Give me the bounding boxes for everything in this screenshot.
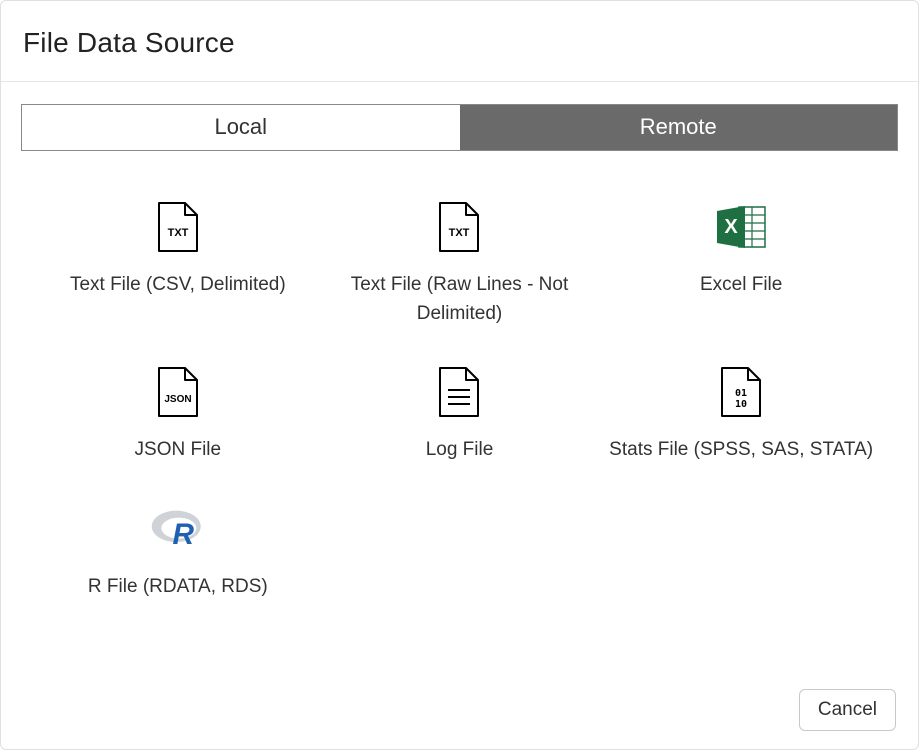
tab-remote[interactable]: Remote <box>460 105 898 150</box>
dialog-header: File Data Source <box>1 1 918 82</box>
excel-icon: X <box>713 199 769 255</box>
location-tabs: Local Remote <box>21 104 898 151</box>
file-type-grid: TXT Text File (CSV, Delimited) TXT Text … <box>1 151 918 601</box>
tab-local[interactable]: Local <box>22 105 460 150</box>
option-json-label: JSON File <box>135 436 222 465</box>
option-text-csv[interactable]: TXT Text File (CSV, Delimited) <box>37 199 319 328</box>
option-r-label: R File (RDATA, RDS) <box>88 573 268 602</box>
cancel-button-label: Cancel <box>818 699 877 720</box>
option-excel-label: Excel File <box>700 271 782 300</box>
svg-text:TXT: TXT <box>167 227 188 239</box>
tab-remote-label: Remote <box>640 114 717 139</box>
svg-text:01: 01 <box>735 388 747 399</box>
option-r[interactable]: R R File (RDATA, RDS) <box>37 501 319 602</box>
option-stats-label: Stats File (SPSS, SAS, STATA) <box>609 436 873 465</box>
svg-text:R: R <box>172 518 194 551</box>
file-data-source-dialog: File Data Source Local Remote TXT Text F… <box>0 0 919 750</box>
dialog-title: File Data Source <box>23 27 896 59</box>
option-excel[interactable]: X Excel File <box>600 199 882 328</box>
r-logo-icon: R <box>150 501 206 557</box>
dialog-footer: Cancel <box>799 689 896 731</box>
svg-text:X: X <box>724 216 738 238</box>
tab-local-label: Local <box>214 114 267 139</box>
option-log[interactable]: Log File <box>319 364 601 465</box>
svg-text:TXT: TXT <box>449 227 470 239</box>
svg-text:JSON: JSON <box>164 394 191 405</box>
cancel-button[interactable]: Cancel <box>799 689 896 731</box>
svg-text:10: 10 <box>735 399 747 410</box>
option-text-raw[interactable]: TXT Text File (Raw Lines - Not Delimited… <box>319 199 601 328</box>
txt-file-icon: TXT <box>150 199 206 255</box>
option-stats[interactable]: 01 10 Stats File (SPSS, SAS, STATA) <box>600 364 882 465</box>
txt-file-icon: TXT <box>431 199 487 255</box>
option-json[interactable]: JSON JSON File <box>37 364 319 465</box>
option-text-raw-label: Text File (Raw Lines - Not Delimited) <box>327 271 593 328</box>
json-file-icon: JSON <box>150 364 206 420</box>
option-text-csv-label: Text File (CSV, Delimited) <box>70 271 286 300</box>
stats-file-icon: 01 10 <box>713 364 769 420</box>
option-log-label: Log File <box>426 436 494 465</box>
log-file-icon <box>431 364 487 420</box>
